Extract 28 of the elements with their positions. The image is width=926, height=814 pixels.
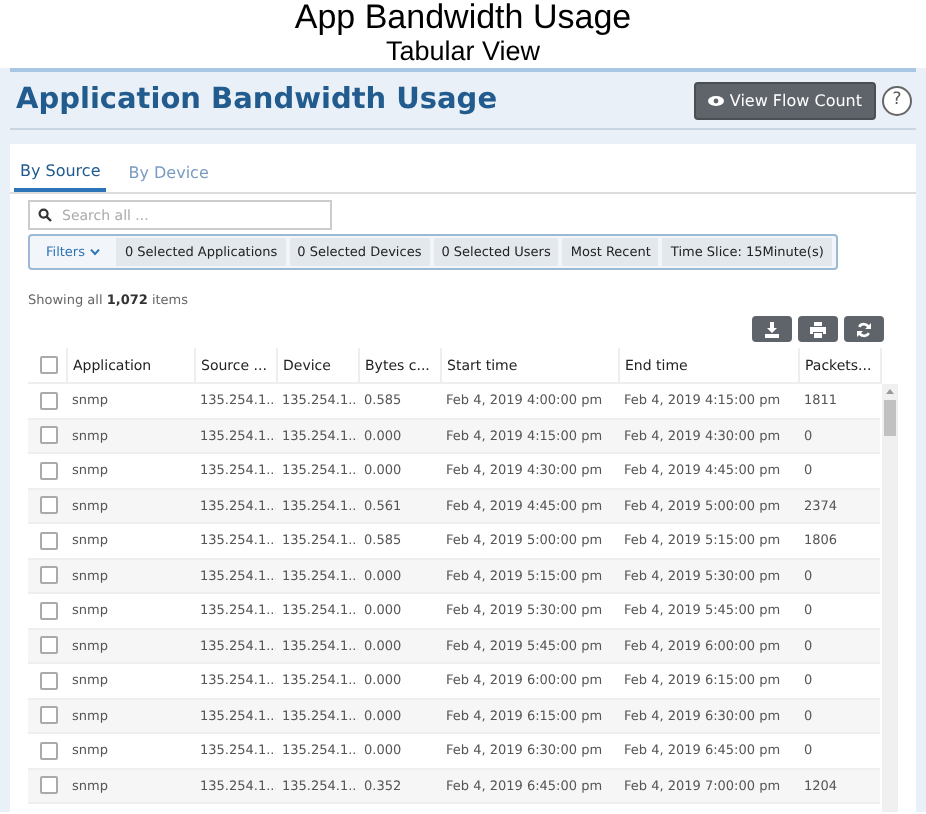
download-icon bbox=[764, 321, 780, 337]
checkbox[interactable] bbox=[40, 741, 58, 760]
download-button[interactable] bbox=[752, 316, 792, 342]
page-subtitle: Tabular View bbox=[385, 36, 541, 66]
checkbox[interactable] bbox=[40, 566, 58, 585]
printer-icon bbox=[810, 321, 826, 337]
view-flow-count-button[interactable]: View Flow Count bbox=[693, 81, 876, 119]
eye-icon bbox=[707, 95, 724, 105]
tab[interactable]: By Source bbox=[14, 156, 107, 192]
refresh-icon bbox=[856, 321, 872, 337]
checkbox[interactable] bbox=[40, 356, 58, 374]
page-title: App Bandwidth Usage bbox=[294, 0, 632, 36]
chevron-down-icon bbox=[90, 248, 101, 256]
checkbox[interactable] bbox=[40, 391, 58, 410]
refresh-button[interactable] bbox=[844, 316, 884, 342]
checkbox[interactable] bbox=[40, 776, 58, 795]
checkbox[interactable] bbox=[40, 671, 58, 690]
panel-title: Application Bandwidth Usage bbox=[14, 84, 500, 116]
help-icon[interactable]: ? bbox=[882, 85, 912, 115]
checkbox[interactable] bbox=[40, 496, 58, 515]
checkbox[interactable] bbox=[40, 636, 58, 655]
print-button[interactable] bbox=[798, 316, 838, 342]
scrollbar[interactable] bbox=[882, 384, 898, 812]
checkbox[interactable] bbox=[40, 601, 58, 620]
checkbox[interactable] bbox=[40, 706, 58, 725]
checkbox[interactable] bbox=[40, 531, 58, 550]
checkbox[interactable] bbox=[40, 426, 58, 445]
checkbox[interactable] bbox=[40, 461, 58, 480]
